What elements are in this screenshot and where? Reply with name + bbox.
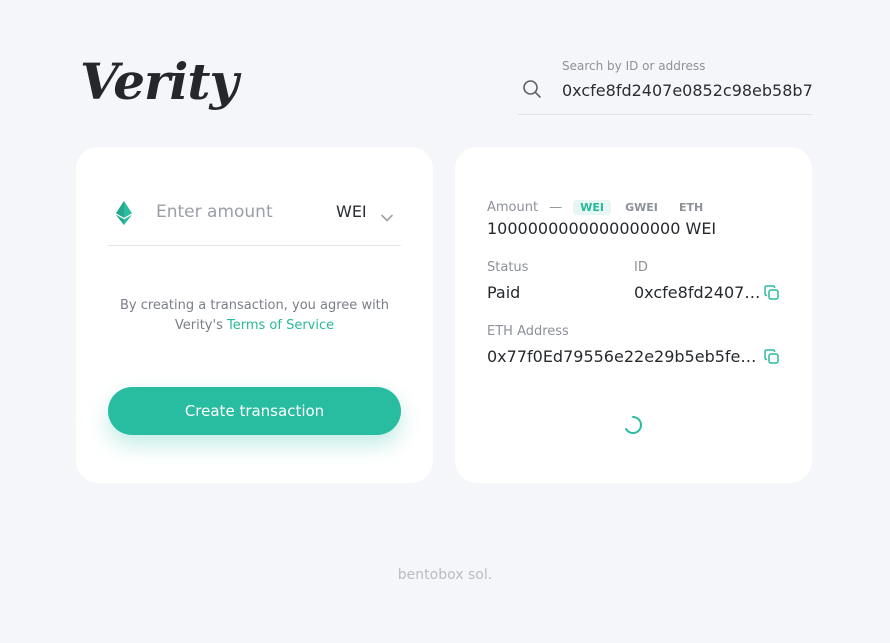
ethereum-icon (116, 201, 132, 229)
spinner-icon (623, 415, 643, 439)
eth-address-label: ETH Address (487, 324, 569, 339)
terms-text: By creating a transaction, you agree wit… (96, 296, 413, 336)
status-value: Paid (487, 283, 521, 302)
copy-id-icon[interactable] (764, 285, 780, 305)
amount-separator: — (549, 200, 563, 215)
create-transaction-button[interactable]: Create transaction (108, 387, 401, 435)
terms-of-service-link[interactable]: Terms of Service (227, 318, 334, 333)
eth-address-value: 0x77f0Ed79556e22e29b5eb5fe… (487, 347, 757, 366)
footer-text: bentobox sol. (397, 567, 493, 583)
id-label: ID (634, 260, 648, 275)
amount-row: WEI (108, 195, 401, 246)
amount-label-row: Amount — WEI GWEI ETH (487, 196, 712, 215)
status-label: Status (487, 260, 529, 275)
unit-select[interactable]: WEI (336, 201, 401, 225)
search-input[interactable] (558, 78, 816, 102)
create-transaction-card: WEI By creating a transaction, you agree… (76, 147, 433, 483)
amount-value: 1000000000000000000 WEI (487, 219, 717, 238)
unit-tab-gwei[interactable]: GWEI (618, 200, 665, 215)
search-bar: Search by ID or address (518, 58, 816, 115)
search-label: Search by ID or address (562, 59, 706, 73)
id-value: 0xcfe8fd2407… (634, 283, 761, 302)
chevron-down-icon (381, 207, 393, 226)
unit-tab-wei[interactable]: WEI (573, 200, 612, 215)
unit-select-value: WEI (336, 202, 367, 221)
unit-tab-eth[interactable]: ETH (672, 200, 710, 215)
transaction-details-card: Amount — WEI GWEI ETH 100000000000000000… (455, 147, 812, 483)
verity-logo: Verity (80, 52, 239, 111)
amount-label: Amount (487, 200, 539, 215)
copy-address-icon[interactable] (764, 349, 780, 369)
search-icon[interactable] (522, 79, 542, 103)
amount-input[interactable] (152, 200, 326, 224)
